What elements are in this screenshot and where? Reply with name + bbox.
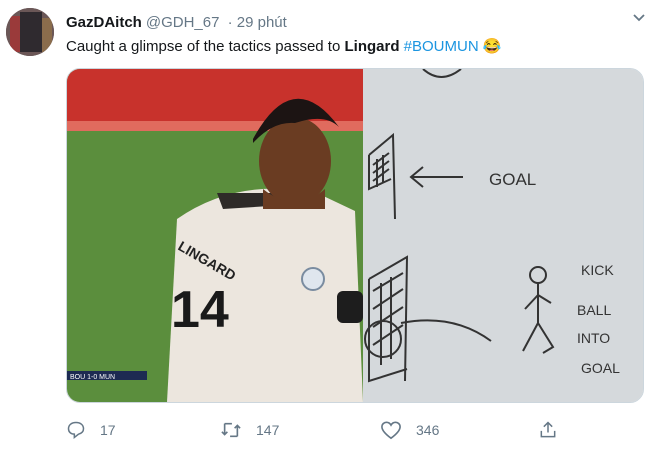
reply-count: 17: [100, 422, 116, 438]
label-into: INTO: [577, 330, 610, 346]
retweet-count: 147: [256, 422, 280, 438]
avatar[interactable]: [6, 8, 54, 56]
hashtag-link[interactable]: #BOUMUN: [404, 38, 479, 55]
tweet-text-bold: Lingard: [344, 38, 400, 55]
tweet-text: Caught a glimpse of the tactics passed t…: [66, 37, 502, 55]
reply-button[interactable]: 17: [66, 420, 116, 440]
share-button[interactable]: [538, 420, 572, 440]
tactics-drawing[interactable]: GOAL KICK BALL INTO GOAL: [363, 69, 643, 402]
avatar-image: [6, 8, 54, 56]
action-bar: 17 147 346: [66, 420, 642, 444]
like-button[interactable]: 346: [380, 420, 439, 440]
label-kick: KICK: [581, 262, 614, 278]
player-photo[interactable]: LINGARD 14 BOU 1-0 MUN: [67, 69, 363, 402]
handle[interactable]: @GDH_67: [146, 14, 220, 31]
like-icon: [381, 421, 401, 440]
like-count: 346: [416, 422, 440, 438]
label-ball: BALL: [577, 302, 611, 318]
share-icon: [540, 421, 556, 438]
scoreboard: BOU 1-0 MUN: [70, 374, 115, 381]
emoji: 😂: [482, 38, 502, 55]
display-name[interactable]: GazDAitch: [66, 14, 142, 31]
timestamp[interactable]: · 29 phút: [228, 14, 287, 31]
retweet-icon: [221, 422, 241, 438]
label-goal-2: GOAL: [581, 360, 620, 376]
chevron-down-icon[interactable]: [632, 10, 646, 26]
tweet-media[interactable]: LINGARD 14 BOU 1-0 MUN GOAL KICK BALL IN…: [66, 68, 644, 403]
jersey-number: 14: [171, 281, 229, 339]
reply-icon: [67, 421, 85, 440]
retweet-button[interactable]: 147: [220, 420, 279, 440]
label-goal: GOAL: [489, 170, 536, 189]
author-line: GazDAitch @GDH_67 · 29 phút: [66, 14, 287, 31]
tweet-text-plain: Caught a glimpse of the tactics passed t…: [66, 38, 345, 55]
